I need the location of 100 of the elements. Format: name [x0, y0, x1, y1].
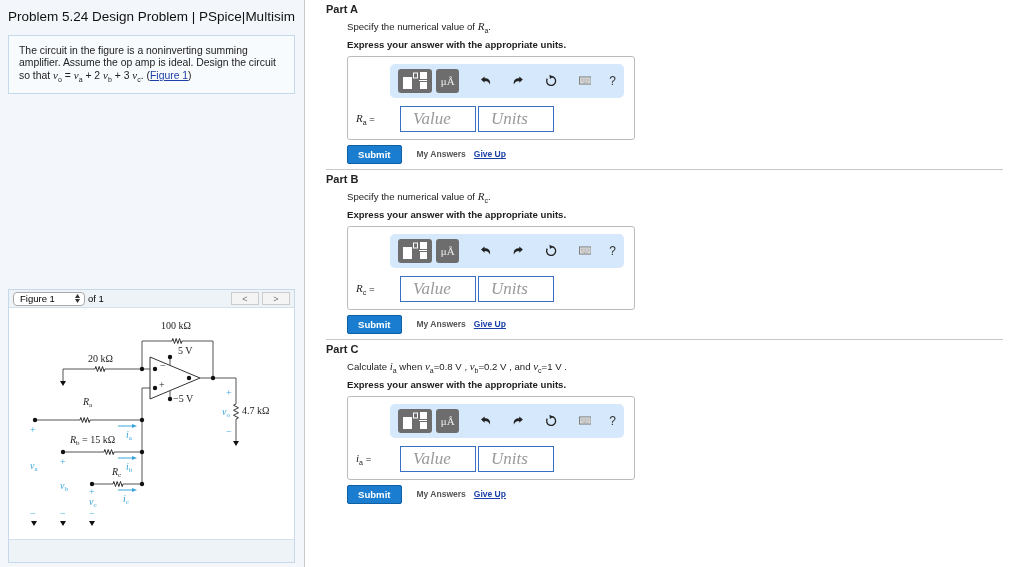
templates-icon	[403, 412, 428, 430]
wire	[199, 377, 237, 405]
signal-label: v$_{o}$	[222, 407, 230, 421]
units-button[interactable]: μÅ	[436, 408, 460, 433]
node-dot	[210, 375, 216, 381]
keyboard-icon[interactable]	[578, 246, 592, 256]
signal-label: +	[60, 457, 66, 468]
signal-label: −	[60, 509, 66, 520]
part-heading: Part A	[326, 3, 359, 15]
component-label: R$_{b}$ = 15 kΩ	[70, 435, 116, 449]
my-answers-text: My Answers	[416, 319, 466, 330]
units-input[interactable]: Units	[478, 275, 554, 302]
help-button[interactable]: ?	[609, 413, 616, 428]
component-label: R$_{c}$	[112, 467, 122, 481]
reset-icon[interactable]	[545, 414, 557, 428]
node-dot	[167, 354, 173, 360]
node-dot	[32, 417, 38, 423]
instruction-text: Express your answer with the appropriate units.	[347, 208, 568, 220]
node-dot	[167, 396, 173, 402]
node-dot	[139, 366, 145, 372]
resistor-icon	[171, 338, 183, 345]
submit-button[interactable]: Submit	[347, 314, 402, 334]
figure-select[interactable]: Figure 1	[13, 291, 85, 306]
part-heading: Part C	[326, 342, 360, 355]
component-label: −	[160, 361, 166, 372]
node-dot	[89, 481, 95, 487]
wire	[235, 418, 237, 442]
answer-label: R$_{a}$ =	[356, 111, 376, 126]
units-input[interactable]: Units	[478, 105, 554, 132]
give-up-link[interactable]: Give Up	[473, 489, 506, 500]
give-up-link[interactable]: Give Up	[473, 149, 506, 160]
my-answers-text: My Answers	[416, 489, 466, 500]
signal-label: +	[30, 425, 36, 436]
reset-icon[interactable]	[545, 244, 557, 258]
signal-label: v$_{b}$	[60, 481, 68, 495]
part-heading: Part B	[326, 172, 360, 185]
signal-label: −	[89, 509, 95, 520]
units-input[interactable]: Units	[478, 445, 554, 472]
question-text: Specify the numerical value of R$_{c}$.	[347, 189, 492, 204]
current-arrow	[117, 488, 137, 493]
redo-icon[interactable]	[513, 416, 524, 426]
component-label: 100 kΩ	[161, 321, 191, 332]
op-amp-icon	[149, 356, 201, 400]
resistor-icon	[233, 403, 239, 420]
page-count: of 1	[88, 293, 104, 305]
signal-label: +	[226, 388, 232, 399]
ground-icon	[233, 441, 239, 447]
signal-label: −	[30, 509, 36, 520]
current-arrow	[117, 424, 137, 429]
resistor-icon	[103, 449, 115, 456]
component-label: R$_{a}$	[83, 397, 93, 411]
reset-icon[interactable]	[545, 74, 557, 88]
component-label: −5 V	[173, 394, 194, 405]
wire	[34, 419, 81, 421]
undo-icon[interactable]	[481, 76, 492, 86]
undo-icon[interactable]	[481, 416, 492, 426]
signal-label: v$_{a}$	[30, 461, 38, 475]
answer-label: i$_{a}$ =	[356, 451, 373, 466]
keyboard-icon[interactable]	[578, 76, 592, 86]
give-up-link[interactable]: Give Up	[473, 319, 506, 330]
value-input[interactable]: Value	[400, 445, 476, 472]
templates-icon	[403, 72, 428, 90]
units-button[interactable]: μÅ	[436, 238, 460, 263]
signal-label: i$_{b}$	[126, 462, 133, 476]
help-button[interactable]: ?	[609, 243, 616, 258]
wire	[91, 483, 114, 485]
redo-icon[interactable]	[513, 76, 524, 86]
submit-button[interactable]: Submit	[347, 484, 402, 504]
signal-label: i$_{a}$	[126, 430, 132, 444]
undo-icon[interactable]	[481, 246, 492, 256]
current-arrow	[117, 456, 137, 461]
answer-label: R$_{c}$ =	[356, 281, 376, 296]
node-dot	[60, 449, 66, 455]
signal-label: −	[226, 427, 232, 438]
templates-button[interactable]	[398, 68, 433, 93]
value-input[interactable]: Value	[400, 275, 476, 302]
component-label: +	[159, 380, 165, 391]
node-dot	[139, 481, 145, 487]
resistor-icon	[79, 417, 91, 424]
submit-button[interactable]: Submit	[347, 144, 402, 164]
templates-button[interactable]	[398, 408, 433, 433]
resistor-icon	[94, 366, 106, 373]
component-label: 5 V	[178, 346, 193, 357]
instruction-text: Express your answer with the appropriate units.	[347, 38, 568, 50]
component-label: 4.7 kΩ	[242, 406, 270, 417]
node-dot	[139, 417, 145, 423]
ground-icon	[60, 381, 66, 387]
question-text: Specify the numerical value of R$_{a}$.	[347, 20, 492, 34]
value-input[interactable]: Value	[400, 105, 476, 132]
help-button[interactable]: ?	[609, 73, 616, 88]
templates-button[interactable]	[398, 238, 433, 263]
problem-statement: The circuit in the figure is a noninverting summing amplifier. Assume the op amp is ideal. Design the circuit so that v$_{o}$ = v$_{a}$ + 2 v$_{b}$ + 3 v$_{c}$. (Figure 1)	[8, 35, 295, 95]
node-dot	[186, 375, 192, 381]
signal-label: v$_{c}$	[89, 497, 97, 511]
ground-icon	[89, 521, 95, 527]
units-button[interactable]: μÅ	[436, 68, 460, 93]
redo-icon[interactable]	[513, 246, 524, 256]
keyboard-icon[interactable]	[578, 416, 592, 426]
component-label: 20 kΩ	[88, 354, 113, 365]
spinner-icon	[75, 293, 80, 304]
